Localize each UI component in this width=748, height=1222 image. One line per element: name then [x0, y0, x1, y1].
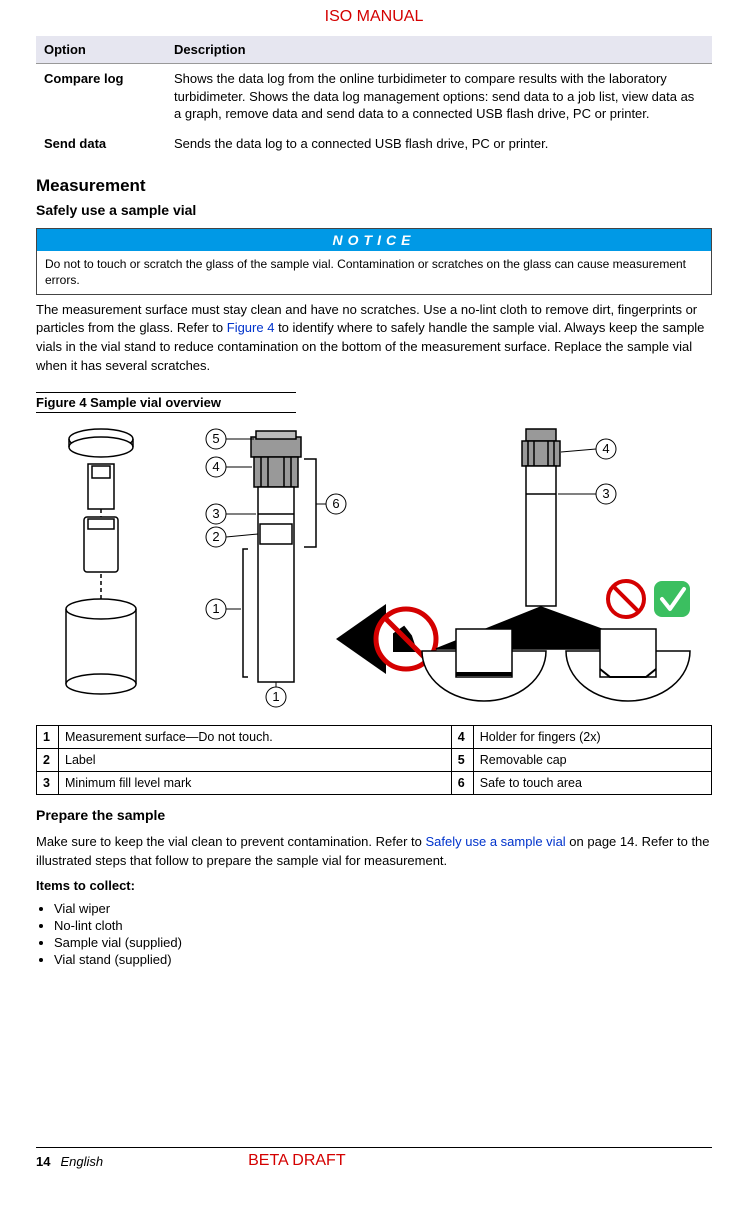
svg-text:1: 1: [212, 601, 219, 616]
subsection-safely-use-title: Safely use a sample vial: [36, 202, 712, 218]
legend-text: Holder for fingers (2x): [473, 725, 711, 748]
measurement-paragraph: The measurement surface must stay clean …: [36, 301, 712, 376]
legend-text: Measurement surface—Do not touch.: [59, 725, 452, 748]
legend-text: Removable cap: [473, 748, 711, 771]
figure-caption: Figure 4 Sample vial overview: [36, 392, 296, 413]
page-number: 14: [36, 1154, 50, 1169]
legend-num: 6: [451, 771, 473, 794]
iso-manual-label: ISO MANUAL: [36, 0, 712, 36]
legend-text: Label: [59, 748, 452, 771]
legend-text: Safe to touch area: [473, 771, 711, 794]
svg-text:5: 5: [212, 431, 219, 446]
subsection-prepare-sample-title: Prepare the sample: [36, 807, 712, 823]
notice-body: Do not to touch or scratch the glass of …: [37, 251, 711, 293]
options-row: Send data Sends the data log to a connec…: [36, 129, 712, 159]
list-item: Sample vial (supplied): [54, 935, 712, 950]
prepare-sample-paragraph: Make sure to keep the vial clean to prev…: [36, 833, 712, 871]
figure-4-diagram: 5 4 3 2 1 6 1: [36, 419, 712, 719]
legend-num: 1: [37, 725, 59, 748]
items-to-collect-title: Items to collect:: [36, 877, 712, 896]
svg-text:3: 3: [212, 506, 219, 521]
option-name: Compare log: [36, 64, 166, 129]
option-desc: Sends the data log to a connected USB fl…: [166, 129, 712, 159]
options-row: Compare log Shows the data log from the …: [36, 64, 712, 129]
list-item: Vial stand (supplied): [54, 952, 712, 967]
legend-num: 3: [37, 771, 59, 794]
beta-draft-label: BETA DRAFT: [248, 1152, 346, 1170]
svg-text:1: 1: [272, 689, 279, 704]
options-table: Option Description Compare log Shows the…: [36, 36, 712, 158]
page-language: English: [60, 1154, 103, 1169]
notice-box: NOTICE Do not to touch or scratch the gl…: [36, 228, 712, 294]
list-item: Vial wiper: [54, 901, 712, 916]
page-footer: 14 English BETA DRAFT: [36, 1147, 712, 1170]
option-name: Send data: [36, 129, 166, 159]
svg-text:3: 3: [602, 486, 609, 501]
items-list: Vial wiper No-lint cloth Sample vial (su…: [36, 901, 712, 967]
options-header-description: Description: [166, 36, 712, 64]
legend-num: 2: [37, 748, 59, 771]
figure-legend-table: 1 Measurement surface—Do not touch. 4 Ho…: [36, 725, 712, 795]
option-desc: Shows the data log from the online turbi…: [166, 64, 712, 129]
notice-header: NOTICE: [37, 229, 711, 251]
svg-text:6: 6: [332, 496, 339, 511]
svg-text:4: 4: [602, 441, 609, 456]
safely-use-link[interactable]: Safely use a sample vial: [426, 834, 566, 849]
list-item: No-lint cloth: [54, 918, 712, 933]
svg-text:2: 2: [212, 529, 219, 544]
options-header-option: Option: [36, 36, 166, 64]
legend-text: Minimum fill level mark: [59, 771, 452, 794]
section-measurement-title: Measurement: [36, 176, 712, 196]
paragraph-text: Make sure to keep the vial clean to prev…: [36, 834, 426, 849]
legend-num: 5: [451, 748, 473, 771]
figure-4-link[interactable]: Figure 4: [227, 320, 275, 335]
legend-num: 4: [451, 725, 473, 748]
svg-text:4: 4: [212, 459, 219, 474]
